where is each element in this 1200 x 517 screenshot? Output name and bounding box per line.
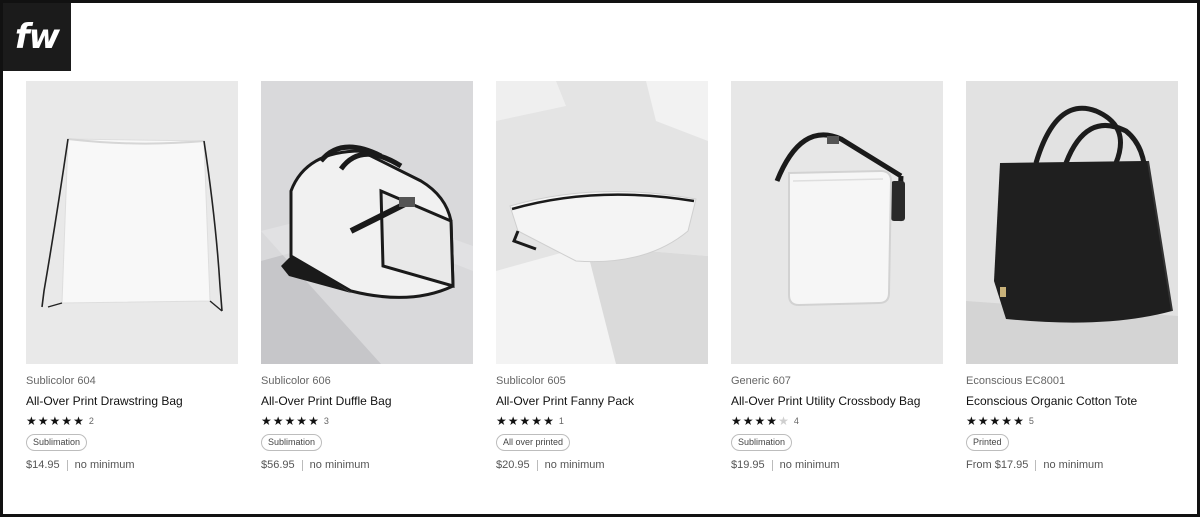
- star-filled-icon: ★: [742, 414, 754, 428]
- logo-text: fw: [14, 17, 60, 57]
- tote-bag-icon: [966, 81, 1178, 364]
- star-filled-icon: ★: [731, 414, 742, 428]
- print-method-badge: All over printed: [496, 434, 571, 451]
- product-title[interactable]: Econscious Organic Cotton Tote: [966, 394, 1178, 408]
- product-card[interactable]: Sublicolor 606 All-Over Print Duffle Bag…: [261, 81, 473, 471]
- star-filled-icon: ★: [531, 414, 543, 428]
- star-filled-icon: ★: [37, 414, 49, 428]
- star-rating: ★ ★ ★ ★ ★: [26, 415, 84, 427]
- divider: [536, 459, 538, 471]
- minimum-order: no minimum: [779, 459, 840, 471]
- product-price: $20.95: [496, 459, 530, 471]
- product-brand: Generic 607: [731, 375, 791, 387]
- review-count: 1: [558, 416, 564, 426]
- star-rating: ★ ★ ★ ★ ★: [496, 415, 554, 427]
- star-filled-icon: ★: [966, 414, 977, 428]
- product-brand: Sublicolor 604: [26, 375, 96, 387]
- fw-logo[interactable]: fw: [3, 3, 71, 71]
- divider: [1035, 459, 1037, 471]
- product-card[interactable]: Econscious EC8001 Econscious Organic Cot…: [966, 81, 1178, 471]
- minimum-order: no minimum: [74, 459, 135, 471]
- star-filled-icon: ★: [272, 414, 284, 428]
- print-method-badge: Sublimation: [26, 434, 88, 451]
- page-frame: fw Sublicolor 604 All-Over Print Drawstr…: [0, 0, 1200, 517]
- star-filled-icon: ★: [989, 414, 1001, 428]
- product-card[interactable]: Sublicolor 604 All-Over Print Drawstring…: [26, 81, 238, 471]
- crossbody-bag-icon: [731, 81, 943, 364]
- price-row: $56.95 no minimum: [261, 459, 473, 471]
- star-filled-icon: ★: [519, 414, 531, 428]
- product-title[interactable]: All-Over Print Duffle Bag: [261, 394, 473, 408]
- review-count: 4: [793, 416, 799, 426]
- product-image[interactable]: [496, 81, 708, 364]
- review-count: 3: [323, 416, 329, 426]
- star-rating: ★ ★ ★ ★ ★: [731, 415, 789, 427]
- product-image[interactable]: [731, 81, 943, 364]
- star-rating: ★ ★ ★ ★ ★: [261, 415, 319, 427]
- star-filled-icon: ★: [308, 414, 319, 428]
- minimum-order: no minimum: [544, 459, 605, 471]
- product-card[interactable]: Generic 607 All-Over Print Utility Cross…: [731, 81, 943, 471]
- product-rating: ★ ★ ★ ★ ★ 5: [966, 414, 1178, 428]
- star-filled-icon: ★: [296, 414, 308, 428]
- star-filled-icon: ★: [61, 414, 73, 428]
- product-rating: ★ ★ ★ ★ ★ 3: [261, 414, 473, 428]
- price-row: $20.95 no minimum: [496, 459, 708, 471]
- minimum-order: no minimum: [309, 459, 370, 471]
- product-brand: Sublicolor 606: [261, 375, 331, 387]
- product-title[interactable]: All-Over Print Drawstring Bag: [26, 394, 238, 408]
- product-card[interactable]: Sublicolor 605 All-Over Print Fanny Pack…: [496, 81, 708, 471]
- star-empty-icon: ★: [778, 414, 789, 428]
- star-filled-icon: ★: [754, 414, 766, 428]
- review-count: 2: [88, 416, 94, 426]
- duffle-bag-icon: [261, 81, 473, 364]
- divider: [301, 459, 303, 471]
- divider: [66, 459, 68, 471]
- star-filled-icon: ★: [507, 414, 519, 428]
- product-price: From $17.95: [966, 459, 1029, 471]
- product-image[interactable]: [26, 81, 238, 364]
- star-filled-icon: ★: [1001, 414, 1013, 428]
- product-title[interactable]: All-Over Print Fanny Pack: [496, 394, 708, 408]
- product-brand: Sublicolor 605: [496, 375, 566, 387]
- star-filled-icon: ★: [73, 414, 84, 428]
- product-brand: Econscious EC8001: [966, 375, 1066, 387]
- product-grid: Sublicolor 604 All-Over Print Drawstring…: [26, 81, 1181, 491]
- star-filled-icon: ★: [26, 414, 37, 428]
- print-method-badge: Sublimation: [261, 434, 323, 451]
- minimum-order: no minimum: [1043, 459, 1104, 471]
- fanny-pack-icon: [496, 81, 708, 364]
- star-filled-icon: ★: [977, 414, 989, 428]
- drawstring-bag-icon: [26, 81, 238, 364]
- star-filled-icon: ★: [284, 414, 296, 428]
- divider: [771, 459, 773, 471]
- star-filled-icon: ★: [49, 414, 61, 428]
- product-rating: ★ ★ ★ ★ ★ 4: [731, 414, 943, 428]
- price-row: $19.95 no minimum: [731, 459, 943, 471]
- product-image[interactable]: [261, 81, 473, 364]
- star-filled-icon: ★: [496, 414, 507, 428]
- product-price: $56.95: [261, 459, 295, 471]
- product-rating: ★ ★ ★ ★ ★ 2: [26, 414, 238, 428]
- star-rating: ★ ★ ★ ★ ★: [966, 415, 1024, 427]
- product-rating: ★ ★ ★ ★ ★ 1: [496, 414, 708, 428]
- star-filled-icon: ★: [261, 414, 272, 428]
- print-method-badge: Printed: [966, 434, 1009, 451]
- price-row: $14.95 no minimum: [26, 459, 238, 471]
- price-row: From $17.95 no minimum: [966, 459, 1178, 471]
- review-count: 5: [1028, 416, 1034, 426]
- product-price: $19.95: [731, 459, 765, 471]
- product-title[interactable]: All-Over Print Utility Crossbody Bag: [731, 394, 943, 408]
- star-filled-icon: ★: [766, 414, 778, 428]
- product-price: $14.95: [26, 459, 60, 471]
- star-filled-icon: ★: [543, 414, 554, 428]
- product-image[interactable]: [966, 81, 1178, 364]
- print-method-badge: Sublimation: [731, 434, 793, 451]
- star-filled-icon: ★: [1013, 414, 1024, 428]
